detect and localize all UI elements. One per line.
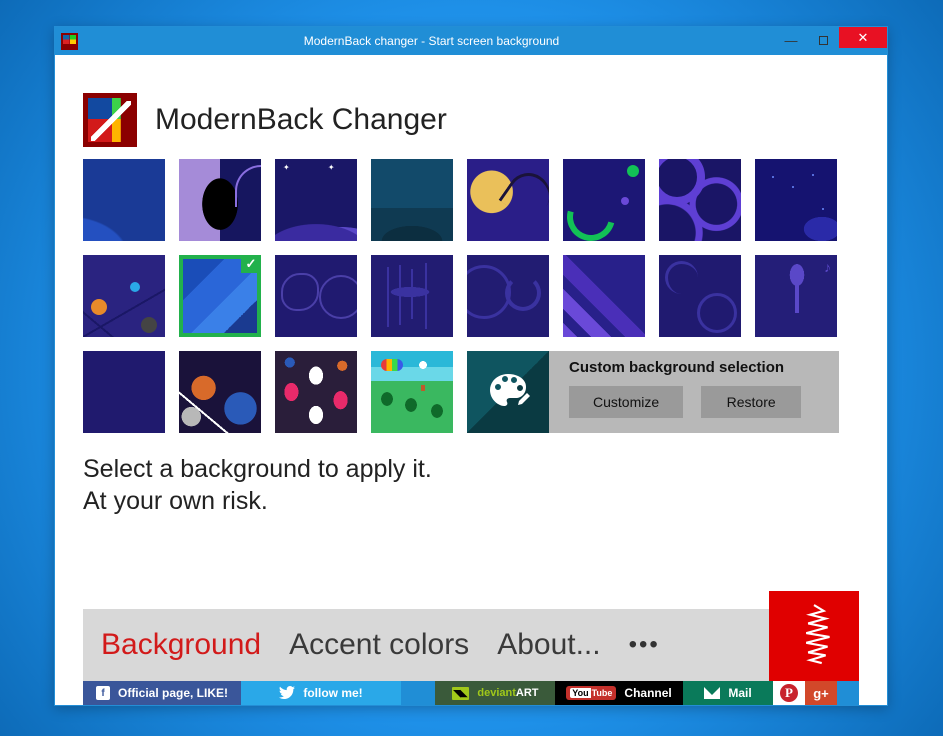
bottom-tab-bar: Background Accent colors About... ••• — [83, 609, 859, 681]
tab-about[interactable]: About... — [497, 628, 600, 662]
background-tile[interactable] — [83, 255, 165, 337]
background-tile[interactable] — [275, 351, 357, 433]
background-tile[interactable] — [371, 159, 453, 241]
background-tile[interactable] — [275, 255, 357, 337]
background-tile-selected[interactable] — [179, 255, 261, 337]
background-tile[interactable] — [83, 159, 165, 241]
facebook-label: Official page, LIKE! — [118, 686, 228, 700]
social-gap — [401, 681, 435, 705]
twitter-label: follow me! — [303, 686, 362, 700]
social-googleplus[interactable]: g+ — [805, 681, 837, 705]
palette-icon — [467, 351, 549, 433]
app-window: ModernBack changer - Start screen backgr… — [54, 26, 888, 706]
background-tile[interactable] — [755, 159, 837, 241]
twitter-icon — [279, 686, 295, 700]
app-small-icon — [61, 33, 78, 50]
pinterest-icon: P — [780, 684, 798, 702]
background-tile[interactable] — [467, 159, 549, 241]
tab-background[interactable]: Background — [101, 628, 261, 662]
background-tile[interactable] — [179, 159, 261, 241]
custom-panel-title: Custom background selection — [569, 359, 829, 376]
tab-accent-colors[interactable]: Accent colors — [289, 628, 469, 662]
social-mail[interactable]: Mail — [683, 681, 773, 705]
minimize-button[interactable]: — — [775, 30, 807, 51]
restore-button[interactable]: Restore — [701, 386, 801, 418]
youtube-label: Channel — [624, 686, 671, 700]
window-controls: — ✕ — [775, 27, 887, 48]
custom-background-panel: Custom background selection Customize Re… — [467, 351, 839, 433]
social-deviantart[interactable]: ◥◣ deviantART — [435, 681, 555, 705]
background-tile[interactable] — [371, 255, 453, 337]
custom-panel-body: Custom background selection Customize Re… — [559, 351, 839, 433]
background-tile[interactable] — [371, 351, 453, 433]
background-tile[interactable] — [83, 351, 165, 433]
background-tile[interactable] — [563, 159, 645, 241]
hint-text: Select a background to apply it. At your… — [83, 453, 859, 517]
background-tile[interactable] — [659, 159, 741, 241]
app-large-icon — [83, 93, 137, 147]
close-button[interactable]: ✕ — [839, 27, 887, 48]
hint-line-2: At your own risk. — [83, 485, 859, 517]
googleplus-icon: g+ — [813, 686, 829, 701]
youtube-icon: Tube — [566, 686, 616, 700]
background-tile[interactable] — [179, 351, 261, 433]
mail-label: Mail — [728, 686, 751, 700]
brand-logo — [769, 591, 859, 681]
background-tile[interactable] — [659, 255, 741, 337]
social-youtube[interactable]: Tube Channel — [555, 681, 683, 705]
content-area: ModernBack Changer — [55, 55, 887, 705]
customize-button[interactable]: Customize — [569, 386, 683, 418]
deviantart-label: deviantART — [477, 687, 538, 699]
social-twitter[interactable]: follow me! — [241, 681, 401, 705]
mail-icon — [704, 687, 720, 699]
background-tile[interactable] — [563, 255, 645, 337]
deviantart-icon: ◥◣ — [452, 687, 470, 700]
facebook-icon: f — [96, 686, 110, 700]
background-tile[interactable] — [755, 255, 837, 337]
more-button[interactable]: ••• — [629, 631, 660, 659]
social-pinterest[interactable]: P — [773, 681, 805, 705]
app-header: ModernBack Changer — [83, 93, 859, 147]
window-title: ModernBack changer - Start screen backgr… — [86, 34, 887, 48]
hint-line-1: Select a background to apply it. — [83, 453, 859, 485]
background-tile[interactable] — [275, 159, 357, 241]
social-bar: f Official page, LIKE! follow me! ◥◣ dev… — [83, 681, 859, 705]
social-facebook[interactable]: f Official page, LIKE! — [83, 681, 241, 705]
maximize-button[interactable] — [807, 30, 839, 51]
background-grid: Custom background selection Customize Re… — [83, 159, 859, 433]
titlebar: ModernBack changer - Start screen backgr… — [55, 27, 887, 55]
app-title: ModernBack Changer — [155, 103, 447, 137]
background-tile[interactable] — [467, 255, 549, 337]
